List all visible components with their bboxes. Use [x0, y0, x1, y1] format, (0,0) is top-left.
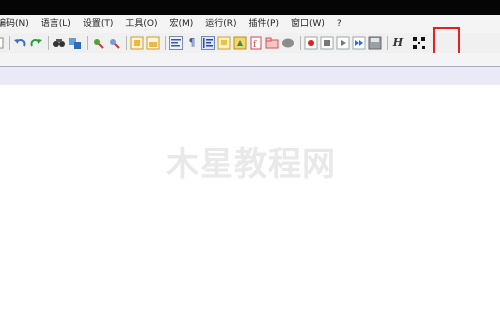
menu-language[interactable]: 语言(L): [35, 15, 77, 33]
title-bar: [0, 0, 500, 15]
zoom-out-icon[interactable]: [107, 36, 121, 50]
watermark: 木星教程网: [166, 144, 336, 183]
redo-icon[interactable]: [29, 36, 43, 50]
toolbar-separator: [387, 36, 388, 50]
menu-macro[interactable]: 宏(M): [163, 15, 199, 33]
menu-window[interactable]: 窗口(W): [285, 15, 331, 33]
word-wrap-icon[interactable]: [169, 36, 183, 50]
replace-icon[interactable]: [68, 36, 82, 50]
macro-record-icon[interactable]: [304, 36, 318, 50]
menu-run[interactable]: 运行(R): [199, 15, 242, 33]
document-map-icon[interactable]: [233, 36, 247, 50]
macro-play-icon[interactable]: [336, 36, 350, 50]
menu-encoding[interactable]: 编码(N): [0, 15, 35, 33]
indent-guide-icon[interactable]: [201, 36, 215, 50]
secondary-toolbar: [0, 53, 500, 67]
macro-stop-icon[interactable]: [320, 36, 334, 50]
undo-icon[interactable]: [13, 36, 27, 50]
macro-run-multiple-icon[interactable]: [352, 36, 366, 50]
h-icon[interactable]: H: [391, 36, 405, 50]
show-all-characters-icon[interactable]: ¶: [185, 36, 199, 50]
sync-horizontal-icon[interactable]: [146, 36, 160, 50]
menu-settings[interactable]: 设置(T): [77, 15, 120, 33]
toolbar-separator: [126, 36, 127, 50]
highlight-box: [433, 27, 460, 55]
tab-strip: [0, 67, 500, 85]
toolbar-separator: [300, 36, 301, 50]
toolbar-separator: [48, 36, 49, 50]
editor-area[interactable]: [0, 85, 500, 315]
menu-plugins[interactable]: 插件(P): [243, 15, 285, 33]
sync-vertical-icon[interactable]: [130, 36, 144, 50]
monitoring-icon[interactable]: [281, 36, 295, 50]
user-defined-language-icon[interactable]: [217, 36, 231, 50]
find-icon[interactable]: [52, 36, 66, 50]
macro-save-icon[interactable]: [368, 36, 382, 50]
qr-code-icon[interactable]: [413, 36, 427, 50]
menu-tools[interactable]: 工具(O): [119, 15, 163, 33]
toolbar-separator: [165, 36, 166, 50]
menu-help[interactable]: ?: [331, 15, 348, 33]
toolbar: ¶ f H: [0, 33, 500, 53]
zoom-in-icon[interactable]: [91, 36, 105, 50]
toolbar-separator: [9, 36, 10, 50]
function-list-icon[interactable]: f: [249, 36, 263, 50]
paste-icon[interactable]: [0, 36, 4, 50]
toolbar-separator: [87, 36, 88, 50]
folder-as-workspace-icon[interactable]: [265, 36, 279, 50]
menu-bar: 编码(N) 语言(L) 设置(T) 工具(O) 宏(M) 运行(R) 插件(P)…: [0, 15, 500, 33]
